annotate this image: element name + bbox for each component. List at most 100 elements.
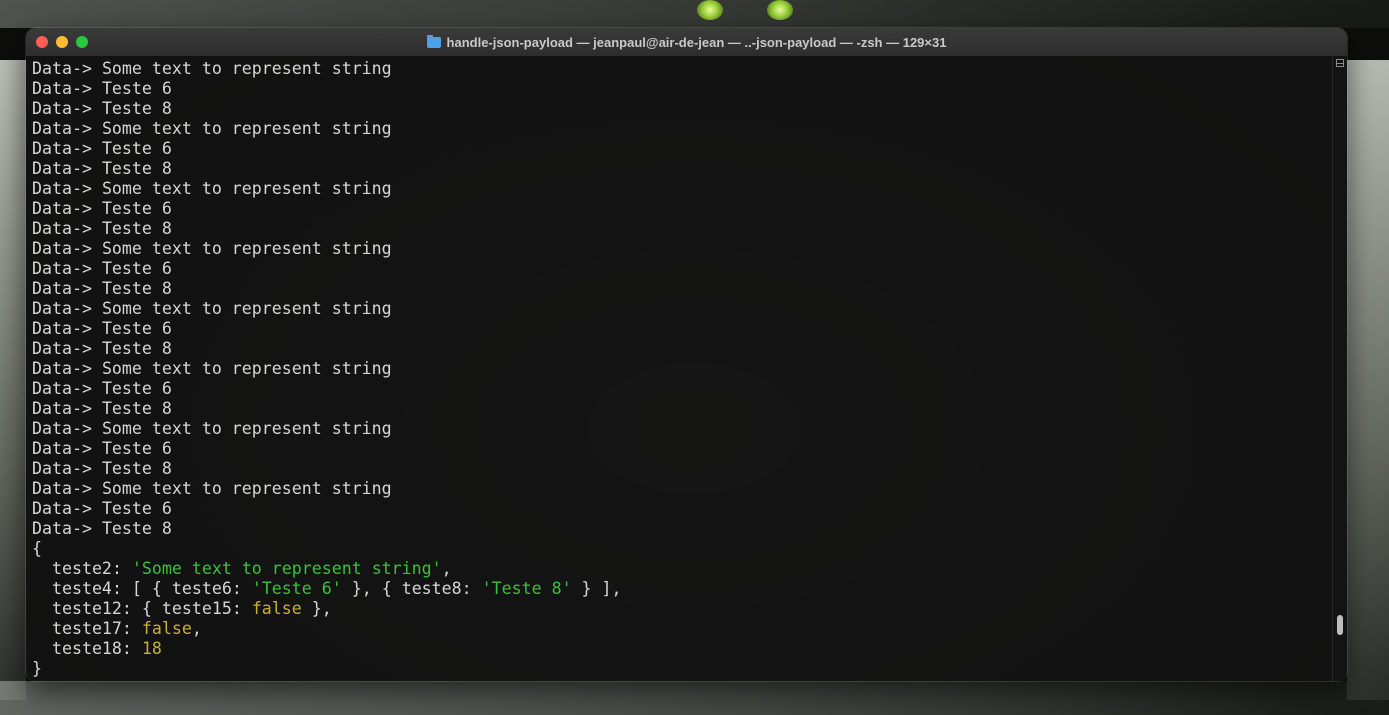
terminal-output[interactable]: Data-> Some text to represent string Data… bbox=[26, 57, 1333, 681]
log-prefix: Data-> bbox=[32, 479, 102, 498]
terminal-line: Data-> Teste 6 bbox=[32, 319, 1333, 339]
terminal-line: Data-> Some text to represent string bbox=[32, 239, 1333, 259]
log-prefix: Data-> bbox=[32, 379, 102, 398]
zoom-window-button[interactable] bbox=[76, 36, 88, 48]
terminal-line: Data-> Teste 8 bbox=[32, 339, 1333, 359]
vertical-scrollbar[interactable] bbox=[1332, 57, 1347, 681]
terminal-line: Data-> Teste 8 bbox=[32, 99, 1333, 119]
log-value: Teste 6 bbox=[101, 439, 172, 458]
terminal-line: Data-> Teste 8 bbox=[32, 159, 1333, 179]
log-prefix: Data-> bbox=[32, 99, 102, 118]
log-prefix: Data-> bbox=[32, 259, 102, 278]
log-prefix: Data-> bbox=[32, 239, 102, 258]
string-value: 'Teste 8' bbox=[481, 579, 572, 598]
log-value: Teste 6 bbox=[101, 259, 172, 278]
boolean-value: false bbox=[141, 619, 192, 638]
terminal-line: Data-> Teste 8 bbox=[32, 519, 1333, 539]
window-title-group: handle-json-payload — jeanpaul@air-de-je… bbox=[426, 34, 947, 50]
window-controls bbox=[36, 36, 88, 48]
log-value: Teste 8 bbox=[101, 279, 172, 298]
log-value: Some text to represent string bbox=[101, 359, 392, 378]
log-value: Teste 8 bbox=[101, 99, 172, 118]
object-close-brace: } bbox=[32, 659, 42, 678]
minimize-window-button[interactable] bbox=[56, 36, 68, 48]
log-value: Teste 8 bbox=[101, 339, 172, 358]
terminal-line: Data-> Some text to represent string bbox=[32, 179, 1333, 199]
log-prefix: Data-> bbox=[32, 119, 102, 138]
log-prefix: Data-> bbox=[32, 219, 102, 238]
log-prefix: Data-> bbox=[32, 499, 102, 518]
wallpaper-shard-bottom bbox=[0, 681, 1389, 715]
log-prefix: Data-> bbox=[32, 339, 102, 358]
object-key: teste18 bbox=[51, 639, 122, 658]
log-value: Some text to represent string bbox=[101, 479, 392, 498]
object-key: teste6 bbox=[171, 579, 232, 598]
terminal-line: Data-> Teste 8 bbox=[32, 279, 1333, 299]
terminal-line: Data-> Some text to represent string bbox=[32, 299, 1333, 319]
log-prefix: Data-> bbox=[32, 359, 102, 378]
wallpaper-shard-right bbox=[1347, 60, 1389, 700]
terminal-line: } bbox=[32, 659, 1333, 679]
log-value: Teste 8 bbox=[101, 459, 172, 478]
log-prefix: Data-> bbox=[32, 419, 102, 438]
title-bar[interactable]: handle-json-payload — jeanpaul@air-de-je… bbox=[26, 28, 1347, 57]
terminal-line: teste12: { teste15: false }, bbox=[51, 599, 332, 618]
log-prefix: Data-> bbox=[32, 59, 102, 78]
object-key: teste8 bbox=[401, 579, 462, 598]
log-prefix: Data-> bbox=[32, 279, 102, 298]
object-key: teste17 bbox=[51, 619, 122, 638]
terminal-line: { bbox=[32, 539, 1333, 559]
string-value: 'Some text to represent string' bbox=[131, 559, 442, 578]
log-prefix: Data-> bbox=[32, 79, 102, 98]
log-value: Some text to represent string bbox=[101, 239, 392, 258]
goggle-light-icon bbox=[697, 0, 723, 20]
terminal-line: Data-> Teste 6 bbox=[32, 259, 1333, 279]
folder-icon bbox=[426, 34, 441, 48]
log-prefix: Data-> bbox=[32, 139, 102, 158]
object-key: teste15 bbox=[161, 599, 232, 618]
wallpaper-shard-left bbox=[0, 60, 26, 700]
log-value: Teste 6 bbox=[101, 379, 172, 398]
terminal-window: handle-json-payload — jeanpaul@air-de-je… bbox=[26, 28, 1347, 681]
log-prefix: Data-> bbox=[32, 299, 102, 318]
object-key: teste2 bbox=[51, 559, 112, 578]
log-prefix: Data-> bbox=[32, 399, 102, 418]
wallpaper-shard-top bbox=[0, 0, 1389, 28]
string-value: 'Teste 6' bbox=[251, 579, 342, 598]
window-title: handle-json-payload — jeanpaul@air-de-je… bbox=[446, 34, 947, 50]
terminal-line: Data-> Teste 6 bbox=[32, 79, 1333, 99]
scrollbar-thumb[interactable] bbox=[1337, 615, 1343, 635]
terminal-line: teste2: 'Some text to represent string', bbox=[51, 559, 452, 578]
terminal-line: Data-> Teste 6 bbox=[32, 499, 1333, 519]
terminal-line: Data-> Teste 6 bbox=[32, 379, 1333, 399]
terminal-line: teste18: 18 bbox=[51, 639, 162, 658]
terminal-line: Data-> Some text to represent string bbox=[32, 419, 1333, 439]
number-value: 18 bbox=[141, 639, 162, 658]
terminal-line: teste4: [ { teste6: 'Teste 6' }, { teste… bbox=[51, 579, 622, 598]
log-prefix: Data-> bbox=[32, 179, 102, 198]
terminal-line: Data-> Teste 8 bbox=[32, 219, 1333, 239]
object-key: teste12 bbox=[51, 599, 122, 618]
log-value: Teste 6 bbox=[101, 139, 172, 158]
object-key: teste4 bbox=[51, 579, 112, 598]
terminal-line: Data-> Teste 6 bbox=[32, 199, 1333, 219]
log-value: Some text to represent string bbox=[101, 419, 392, 438]
goggle-light-icon bbox=[767, 0, 793, 20]
terminal-line: Data-> Some text to represent string bbox=[32, 479, 1333, 499]
terminal-line: Data-> Teste 6 bbox=[32, 439, 1333, 459]
log-value: Teste 8 bbox=[101, 159, 172, 178]
terminal-line: Data-> Teste 8 bbox=[32, 459, 1333, 479]
split-pane-icon[interactable] bbox=[1336, 59, 1344, 67]
log-value: Teste 8 bbox=[101, 519, 172, 538]
log-value: Some text to represent string bbox=[101, 119, 392, 138]
log-prefix: Data-> bbox=[32, 199, 102, 218]
close-window-button[interactable] bbox=[36, 36, 48, 48]
object-open-brace: { bbox=[32, 539, 42, 558]
log-value: Some text to represent string bbox=[101, 179, 392, 198]
log-value: Some text to represent string bbox=[101, 299, 392, 318]
log-prefix: Data-> bbox=[32, 519, 102, 538]
terminal-line: Data-> Some text to represent string bbox=[32, 119, 1333, 139]
terminal-line: teste17: false, bbox=[51, 619, 202, 638]
log-value: Teste 6 bbox=[101, 199, 172, 218]
log-prefix: Data-> bbox=[32, 459, 102, 478]
